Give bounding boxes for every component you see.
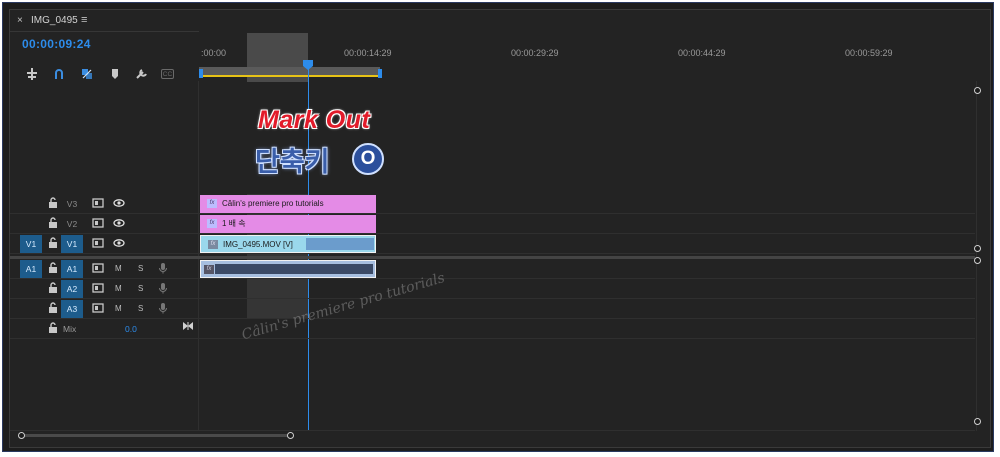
source-patch-a2[interactable] [20,280,42,298]
ruler-time-2: 00:00:29:29 [511,48,559,58]
track-label-v2[interactable]: V2 [61,215,83,233]
overlay-title: Mark Out [258,106,371,134]
mix-label: Mix [63,324,77,334]
snap-magnet-icon[interactable] [52,67,66,81]
source-patch-v1[interactable]: V1 [20,235,42,253]
solo-button-a2[interactable]: S [138,284,143,293]
clip-a1[interactable]: fx [200,260,376,278]
track-row-v2 [10,214,975,234]
mute-button-a3[interactable]: M [115,304,122,313]
lock-icon[interactable] [46,302,60,316]
audio-scroll-bottom-handle[interactable] [974,418,981,425]
sync-lock-icon[interactable] [91,237,105,251]
track-row-v3 [10,194,975,214]
lock-icon[interactable] [46,322,60,336]
clip-v1-selected-portion [306,238,374,250]
sync-lock-icon[interactable] [91,282,105,296]
source-patch-v2[interactable] [20,215,42,233]
panel-menu-icon[interactable]: ≡ [81,14,87,26]
horizontal-zoom-scrollbar[interactable] [22,434,292,437]
voiceover-mic-icon[interactable] [156,262,170,276]
work-area-start-handle[interactable] [199,69,203,78]
voiceover-mic-icon[interactable] [156,302,170,316]
track-label-a1[interactable]: A1 [61,260,83,278]
lock-icon[interactable] [46,282,60,296]
insert-nest-icon[interactable] [25,67,39,81]
mix-track-row [10,319,975,339]
track-row-a3 [10,299,975,319]
clip-v2-name: 1 배 속 [222,219,246,228]
sequence-tab[interactable]: IMG_0495 [31,15,78,26]
zoom-scroll-right-handle[interactable] [287,432,294,439]
source-patch-a3[interactable] [20,300,42,318]
eye-icon[interactable] [112,217,126,231]
captions-icon[interactable]: CC [161,69,174,79]
linked-selection-icon[interactable] [80,67,94,81]
audio-scroll-top-handle[interactable] [974,257,981,264]
track-label-a3[interactable]: A3 [61,300,83,318]
track-row-a1 [10,259,975,279]
mute-button-a2[interactable]: M [115,284,122,293]
video-scroll-bottom-handle[interactable] [974,245,981,252]
wrench-settings-icon[interactable] [135,67,149,81]
eye-icon[interactable] [112,237,126,251]
sync-lock-icon[interactable] [91,302,105,316]
overlay-shortcut-key: O [352,143,384,175]
work-area-end-handle[interactable] [378,69,382,78]
track-row-v1 [10,234,975,254]
ruler-time-1: 00:00:14:29 [344,48,392,58]
ruler-time-4: 00:00:59:29 [845,48,893,58]
lock-icon[interactable] [46,262,60,276]
source-patch-v3[interactable] [20,195,42,213]
overlay-korean-subtitle: 단축키 [255,147,330,177]
horizontal-scroll-divider [10,430,975,431]
fx-badge-icon: fx [207,219,217,228]
eye-icon[interactable] [112,197,126,211]
lock-icon[interactable] [46,197,60,211]
playhead-timecode[interactable]: 00:00:09:24 [22,37,91,51]
track-label-v3[interactable]: V3 [61,195,83,213]
audio-waveform [215,264,373,274]
work-area-bar[interactable] [199,67,380,75]
ruler-time-3: 00:00:44:29 [678,48,726,58]
sync-lock-icon[interactable] [91,217,105,231]
solo-button-a1[interactable]: S [138,264,143,273]
track-label-a2[interactable]: A2 [61,280,83,298]
fx-badge-icon: fx [207,199,217,208]
mix-value[interactable]: 0.0 [125,324,137,334]
clip-v1[interactable]: fx IMG_0495.MOV [V] [200,235,376,253]
sync-lock-icon[interactable] [91,262,105,276]
work-area-line [199,75,380,77]
clip-v3-name: Câlin's premiere pro tutorials [222,199,324,208]
track-row-a2 [10,279,975,299]
mute-button-a1[interactable]: M [115,264,122,273]
close-tab-icon[interactable]: × [17,15,23,26]
add-marker-icon[interactable] [108,67,122,81]
fx-badge-icon: fx [204,265,214,274]
fx-badge-icon: fx [208,240,218,249]
video-scroll-top-handle[interactable] [974,87,981,94]
zoom-scroll-left-handle[interactable] [18,432,25,439]
lock-icon[interactable] [46,237,60,251]
vertical-scroll-divider [976,81,977,431]
clip-v2[interactable]: fx 1 배 속 [200,215,376,233]
ruler-time-0: :00:00 [201,48,227,58]
sync-lock-icon[interactable] [91,197,105,211]
clip-v3[interactable]: fx Câlin's premiere pro tutorials [200,195,376,213]
track-label-v1[interactable]: V1 [61,235,83,253]
solo-button-a3[interactable]: S [138,304,143,313]
voiceover-mic-icon[interactable] [156,282,170,296]
source-patch-a1[interactable]: A1 [20,260,42,278]
clip-v1-name: IMG_0495.MOV [V] [223,240,293,249]
go-to-end-icon[interactable] [181,320,195,334]
lock-icon[interactable] [46,217,60,231]
